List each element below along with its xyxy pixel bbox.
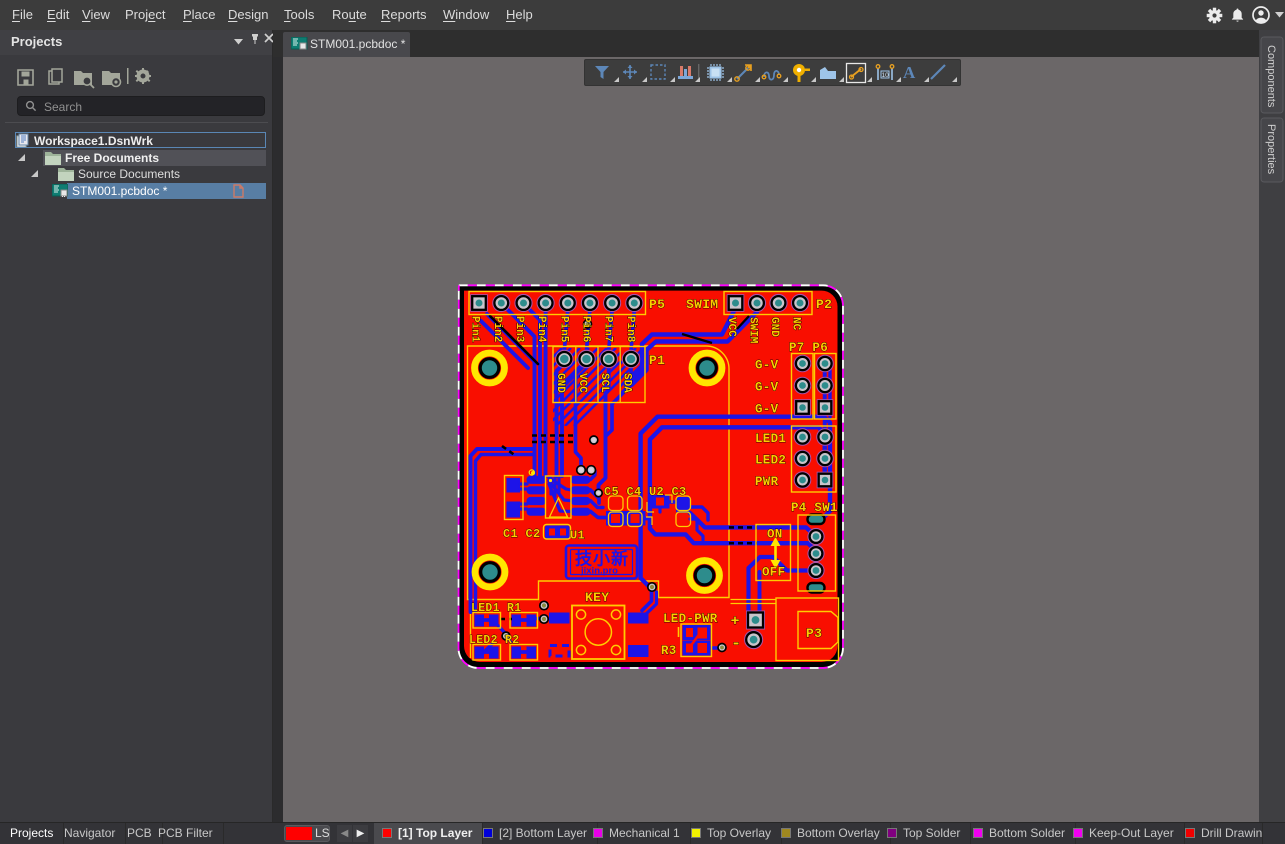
svg-text:Pin4: Pin4 <box>535 316 547 343</box>
svg-text:10: 10 <box>882 72 890 79</box>
svg-text:U1: U1 <box>570 529 585 543</box>
svg-text:SWIM: SWIM <box>747 317 759 344</box>
svg-text:Pin2: Pin2 <box>491 316 503 342</box>
svg-text:GND: GND <box>768 317 780 337</box>
svg-text:A: A <box>903 63 916 82</box>
svg-text:OFF: OFF <box>762 566 785 580</box>
svg-text:LED-PWR: LED-PWR <box>663 612 718 626</box>
svg-text:SDA: SDA <box>621 373 633 393</box>
svg-text:SCL: SCL <box>598 373 610 393</box>
svg-text:Pin6: Pin6 <box>579 316 591 342</box>
svg-text:G-V: G-V <box>755 403 779 417</box>
svg-text:-: - <box>731 635 742 654</box>
svg-text:jixin.pro: jixin.pro <box>580 566 618 577</box>
svg-text:KEY: KEY <box>585 590 609 605</box>
svg-text:R3: R3 <box>661 644 677 658</box>
svg-text:LED2: LED2 <box>755 454 786 468</box>
svg-text:C1 C2: C1 C2 <box>503 527 541 541</box>
svg-text:P4 SW1: P4 SW1 <box>791 501 838 515</box>
svg-text:P5: P5 <box>649 297 665 312</box>
svg-text:P7 P6: P7 P6 <box>789 341 828 355</box>
svg-text:VCC: VCC <box>576 373 588 393</box>
svg-text:GND: GND <box>554 373 566 393</box>
svg-text:Components: Components <box>1265 45 1277 108</box>
svg-text:G-V: G-V <box>755 359 779 373</box>
svg-text:Pin3: Pin3 <box>513 316 525 343</box>
svg-text:LED1 R1: LED1 R1 <box>471 602 521 615</box>
svg-text:SWIM: SWIM <box>686 297 718 312</box>
svg-text:Pin1: Pin1 <box>469 316 481 343</box>
svg-text:P2: P2 <box>816 297 832 312</box>
svg-text:C5 C4 U2 C3: C5 C4 U2 C3 <box>604 485 687 499</box>
svg-text:VCC: VCC <box>725 317 737 337</box>
svg-text:Pin8: Pin8 <box>624 316 636 343</box>
svg-text:Pin5: Pin5 <box>557 316 569 343</box>
svg-text:P1: P1 <box>649 353 665 368</box>
svg-text:LED1: LED1 <box>755 432 786 446</box>
svg-text:Properties: Properties <box>1265 124 1277 175</box>
svg-text:P3: P3 <box>806 626 822 641</box>
svg-text:NC: NC <box>790 317 802 331</box>
svg-text:+: + <box>731 613 740 630</box>
svg-text:PWR: PWR <box>755 475 779 489</box>
svg-text:Pin7: Pin7 <box>602 316 614 342</box>
svg-text:G-V: G-V <box>755 381 779 395</box>
svg-text:ON: ON <box>767 528 783 542</box>
svg-text:LED2 R2: LED2 R2 <box>469 634 519 647</box>
